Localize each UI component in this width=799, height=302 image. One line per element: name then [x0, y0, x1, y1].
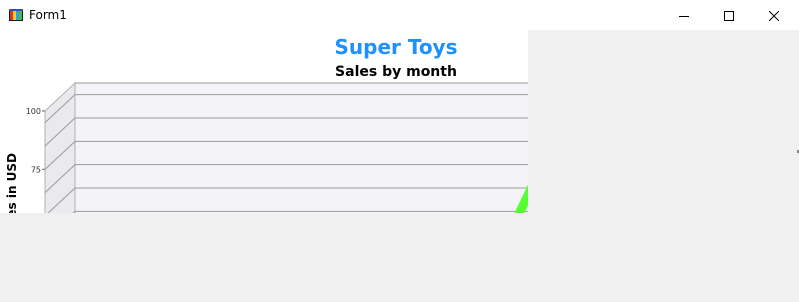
minimize-button[interactable] [661, 0, 707, 30]
y-tick-label: 100 [26, 107, 41, 116]
window-title: Form1 [29, 8, 67, 22]
chart-grid [44, 81, 528, 213]
maximize-button[interactable] [706, 0, 752, 30]
winforms-app-icon [8, 7, 24, 23]
y-tick-label: 75 [31, 165, 41, 174]
chart-back-wall [75, 83, 528, 213]
close-button[interactable] [751, 0, 797, 30]
chart-control[interactable]: Super Toys Sales by month 5075100 Values… [0, 30, 528, 213]
minimize-icon [679, 6, 689, 25]
y-axis-label: Values in USD [5, 153, 19, 213]
chart-side-wall [44, 81, 76, 213]
maximize-icon [724, 6, 734, 25]
title-bar[interactable]: Form1 [0, 0, 799, 30]
y-axis-ticks: 5075100 [26, 107, 45, 174]
chart-plot: 5075100 Values in USD [5, 81, 528, 213]
close-icon [768, 6, 780, 25]
form1-window: Form1 Super Toys Sales by month 75 100 V… [0, 0, 799, 302]
